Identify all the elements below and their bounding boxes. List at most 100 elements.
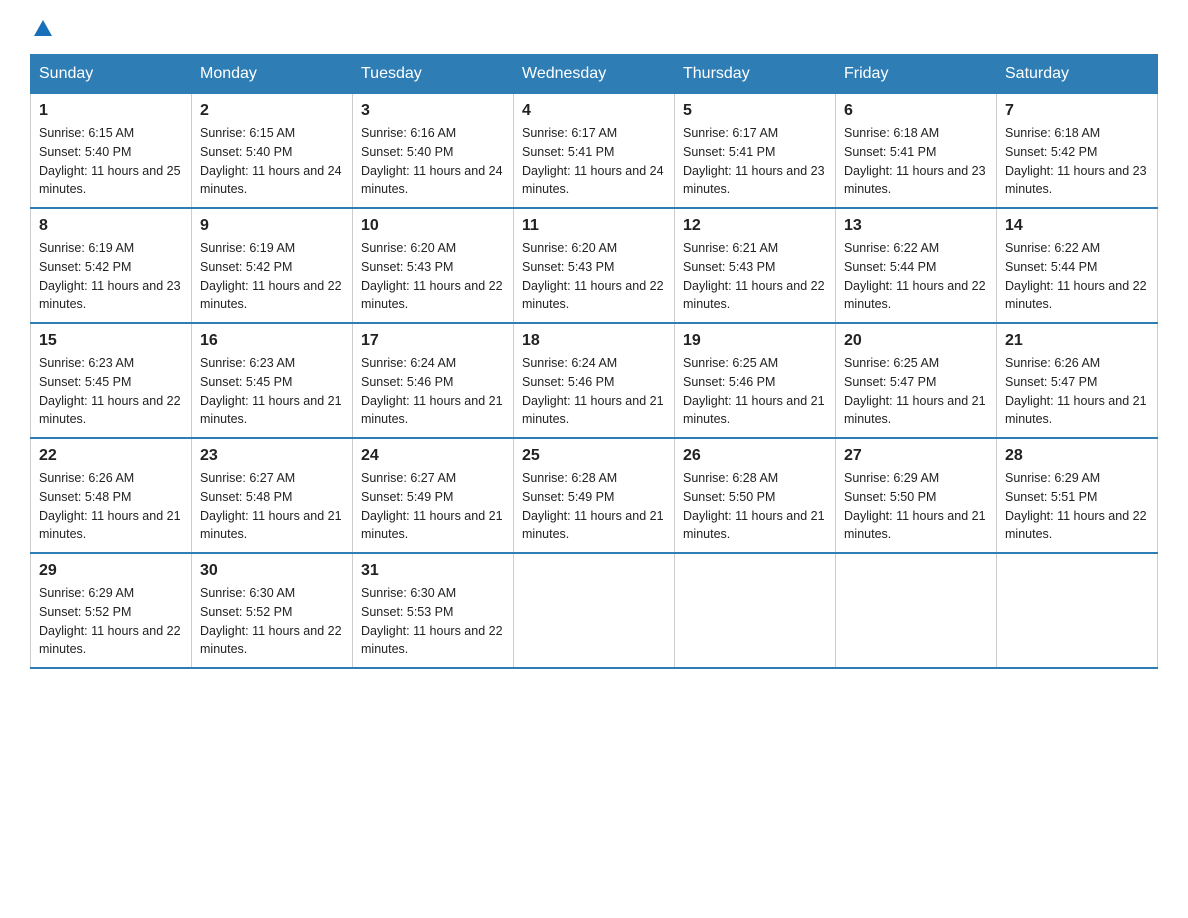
day-info: Sunrise: 6:18 AMSunset: 5:42 PMDaylight:… <box>1005 124 1149 199</box>
calendar-cell: 29 Sunrise: 6:29 AMSunset: 5:52 PMDaylig… <box>31 553 192 668</box>
day-number: 9 <box>200 217 344 235</box>
day-number: 26 <box>683 447 827 465</box>
calendar-cell: 15 Sunrise: 6:23 AMSunset: 5:45 PMDaylig… <box>31 323 192 438</box>
calendar-cell: 6 Sunrise: 6:18 AMSunset: 5:41 PMDayligh… <box>836 94 997 209</box>
day-number: 6 <box>844 102 988 120</box>
calendar-cell: 25 Sunrise: 6:28 AMSunset: 5:49 PMDaylig… <box>514 438 675 553</box>
calendar-cell <box>514 553 675 668</box>
calendar-cell <box>836 553 997 668</box>
page-header <box>30 20 1158 34</box>
day-number: 18 <box>522 332 666 350</box>
day-number: 31 <box>361 562 505 580</box>
day-number: 21 <box>1005 332 1149 350</box>
day-number: 13 <box>844 217 988 235</box>
weekday-header-sunday: Sunday <box>31 55 192 94</box>
calendar-cell: 14 Sunrise: 6:22 AMSunset: 5:44 PMDaylig… <box>997 208 1158 323</box>
calendar-week-row: 22 Sunrise: 6:26 AMSunset: 5:48 PMDaylig… <box>31 438 1158 553</box>
day-number: 5 <box>683 102 827 120</box>
day-info: Sunrise: 6:19 AMSunset: 5:42 PMDaylight:… <box>39 239 183 314</box>
day-info: Sunrise: 6:22 AMSunset: 5:44 PMDaylight:… <box>844 239 988 314</box>
calendar-cell: 19 Sunrise: 6:25 AMSunset: 5:46 PMDaylig… <box>675 323 836 438</box>
day-number: 22 <box>39 447 183 465</box>
day-info: Sunrise: 6:15 AMSunset: 5:40 PMDaylight:… <box>200 124 344 199</box>
day-number: 8 <box>39 217 183 235</box>
calendar-cell: 13 Sunrise: 6:22 AMSunset: 5:44 PMDaylig… <box>836 208 997 323</box>
day-info: Sunrise: 6:16 AMSunset: 5:40 PMDaylight:… <box>361 124 505 199</box>
day-info: Sunrise: 6:29 AMSunset: 5:50 PMDaylight:… <box>844 469 988 544</box>
day-number: 27 <box>844 447 988 465</box>
calendar-cell: 5 Sunrise: 6:17 AMSunset: 5:41 PMDayligh… <box>675 94 836 209</box>
weekday-header-thursday: Thursday <box>675 55 836 94</box>
day-number: 16 <box>200 332 344 350</box>
day-number: 17 <box>361 332 505 350</box>
calendar-cell <box>675 553 836 668</box>
calendar-cell: 8 Sunrise: 6:19 AMSunset: 5:42 PMDayligh… <box>31 208 192 323</box>
day-info: Sunrise: 6:20 AMSunset: 5:43 PMDaylight:… <box>361 239 505 314</box>
day-info: Sunrise: 6:19 AMSunset: 5:42 PMDaylight:… <box>200 239 344 314</box>
weekday-header-saturday: Saturday <box>997 55 1158 94</box>
day-info: Sunrise: 6:25 AMSunset: 5:46 PMDaylight:… <box>683 354 827 429</box>
day-info: Sunrise: 6:18 AMSunset: 5:41 PMDaylight:… <box>844 124 988 199</box>
calendar-cell: 10 Sunrise: 6:20 AMSunset: 5:43 PMDaylig… <box>353 208 514 323</box>
day-number: 29 <box>39 562 183 580</box>
day-info: Sunrise: 6:23 AMSunset: 5:45 PMDaylight:… <box>200 354 344 429</box>
day-info: Sunrise: 6:17 AMSunset: 5:41 PMDaylight:… <box>683 124 827 199</box>
day-info: Sunrise: 6:24 AMSunset: 5:46 PMDaylight:… <box>522 354 666 429</box>
day-info: Sunrise: 6:29 AMSunset: 5:51 PMDaylight:… <box>1005 469 1149 544</box>
day-number: 24 <box>361 447 505 465</box>
calendar-cell: 21 Sunrise: 6:26 AMSunset: 5:47 PMDaylig… <box>997 323 1158 438</box>
day-number: 11 <box>522 217 666 235</box>
calendar-cell: 27 Sunrise: 6:29 AMSunset: 5:50 PMDaylig… <box>836 438 997 553</box>
weekday-header-wednesday: Wednesday <box>514 55 675 94</box>
calendar-cell: 2 Sunrise: 6:15 AMSunset: 5:40 PMDayligh… <box>192 94 353 209</box>
day-info: Sunrise: 6:30 AMSunset: 5:53 PMDaylight:… <box>361 584 505 659</box>
calendar-cell: 24 Sunrise: 6:27 AMSunset: 5:49 PMDaylig… <box>353 438 514 553</box>
day-number: 20 <box>844 332 988 350</box>
day-info: Sunrise: 6:26 AMSunset: 5:47 PMDaylight:… <box>1005 354 1149 429</box>
weekday-header-row: SundayMondayTuesdayWednesdayThursdayFrid… <box>31 55 1158 94</box>
day-number: 14 <box>1005 217 1149 235</box>
day-info: Sunrise: 6:24 AMSunset: 5:46 PMDaylight:… <box>361 354 505 429</box>
calendar-cell: 4 Sunrise: 6:17 AMSunset: 5:41 PMDayligh… <box>514 94 675 209</box>
day-info: Sunrise: 6:23 AMSunset: 5:45 PMDaylight:… <box>39 354 183 429</box>
calendar-week-row: 1 Sunrise: 6:15 AMSunset: 5:40 PMDayligh… <box>31 94 1158 209</box>
calendar-cell: 20 Sunrise: 6:25 AMSunset: 5:47 PMDaylig… <box>836 323 997 438</box>
logo <box>30 20 54 34</box>
day-number: 25 <box>522 447 666 465</box>
calendar-cell: 9 Sunrise: 6:19 AMSunset: 5:42 PMDayligh… <box>192 208 353 323</box>
day-number: 1 <box>39 102 183 120</box>
calendar-cell: 7 Sunrise: 6:18 AMSunset: 5:42 PMDayligh… <box>997 94 1158 209</box>
day-number: 30 <box>200 562 344 580</box>
day-number: 2 <box>200 102 344 120</box>
calendar-cell: 11 Sunrise: 6:20 AMSunset: 5:43 PMDaylig… <box>514 208 675 323</box>
calendar-cell: 28 Sunrise: 6:29 AMSunset: 5:51 PMDaylig… <box>997 438 1158 553</box>
calendar-cell <box>997 553 1158 668</box>
day-info: Sunrise: 6:30 AMSunset: 5:52 PMDaylight:… <box>200 584 344 659</box>
weekday-header-tuesday: Tuesday <box>353 55 514 94</box>
day-number: 15 <box>39 332 183 350</box>
day-info: Sunrise: 6:28 AMSunset: 5:50 PMDaylight:… <box>683 469 827 544</box>
calendar-cell: 16 Sunrise: 6:23 AMSunset: 5:45 PMDaylig… <box>192 323 353 438</box>
calendar-week-row: 15 Sunrise: 6:23 AMSunset: 5:45 PMDaylig… <box>31 323 1158 438</box>
day-number: 7 <box>1005 102 1149 120</box>
calendar-table: SundayMondayTuesdayWednesdayThursdayFrid… <box>30 54 1158 669</box>
day-number: 10 <box>361 217 505 235</box>
day-info: Sunrise: 6:25 AMSunset: 5:47 PMDaylight:… <box>844 354 988 429</box>
day-info: Sunrise: 6:26 AMSunset: 5:48 PMDaylight:… <box>39 469 183 544</box>
weekday-header-monday: Monday <box>192 55 353 94</box>
day-info: Sunrise: 6:27 AMSunset: 5:48 PMDaylight:… <box>200 469 344 544</box>
day-info: Sunrise: 6:21 AMSunset: 5:43 PMDaylight:… <box>683 239 827 314</box>
weekday-header-friday: Friday <box>836 55 997 94</box>
calendar-week-row: 8 Sunrise: 6:19 AMSunset: 5:42 PMDayligh… <box>31 208 1158 323</box>
logo-triangle-icon <box>32 18 54 40</box>
day-info: Sunrise: 6:29 AMSunset: 5:52 PMDaylight:… <box>39 584 183 659</box>
calendar-week-row: 29 Sunrise: 6:29 AMSunset: 5:52 PMDaylig… <box>31 553 1158 668</box>
day-info: Sunrise: 6:28 AMSunset: 5:49 PMDaylight:… <box>522 469 666 544</box>
calendar-cell: 1 Sunrise: 6:15 AMSunset: 5:40 PMDayligh… <box>31 94 192 209</box>
calendar-cell: 31 Sunrise: 6:30 AMSunset: 5:53 PMDaylig… <box>353 553 514 668</box>
day-number: 3 <box>361 102 505 120</box>
calendar-cell: 26 Sunrise: 6:28 AMSunset: 5:50 PMDaylig… <box>675 438 836 553</box>
calendar-cell: 22 Sunrise: 6:26 AMSunset: 5:48 PMDaylig… <box>31 438 192 553</box>
day-info: Sunrise: 6:22 AMSunset: 5:44 PMDaylight:… <box>1005 239 1149 314</box>
calendar-cell: 18 Sunrise: 6:24 AMSunset: 5:46 PMDaylig… <box>514 323 675 438</box>
